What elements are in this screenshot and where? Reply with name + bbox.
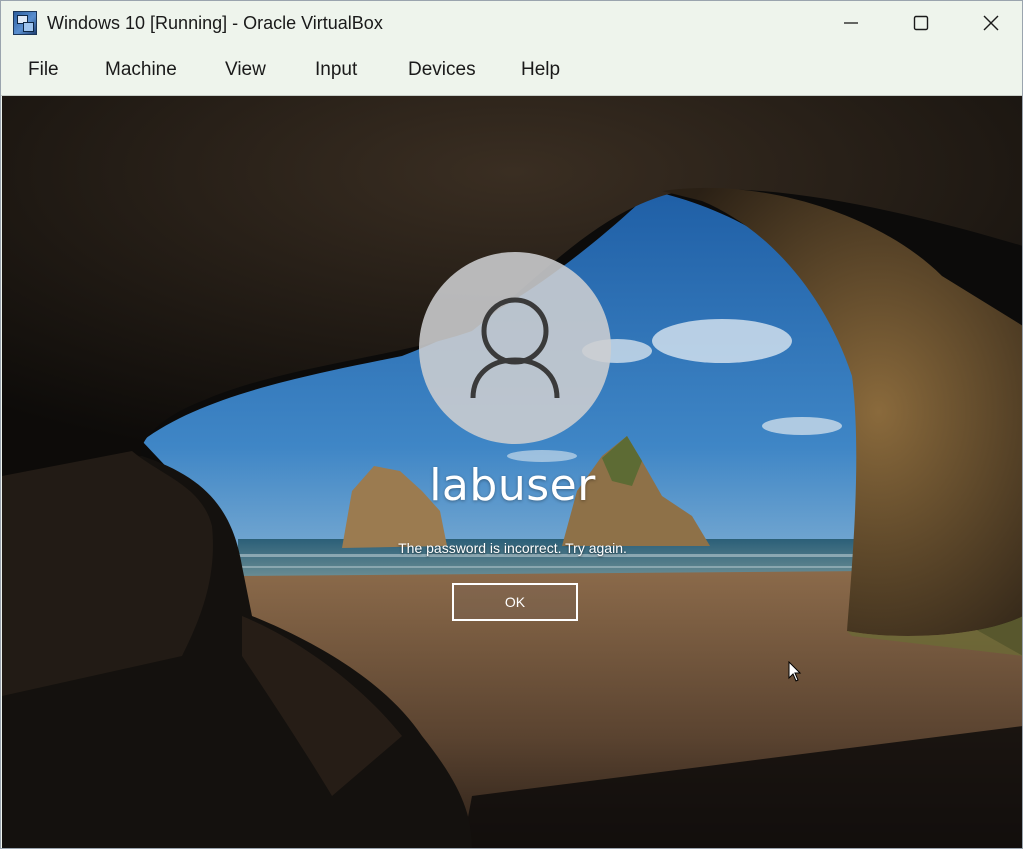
mouse-pointer-icon	[788, 661, 802, 682]
user-avatar	[419, 252, 611, 444]
menu-help[interactable]: Help	[519, 59, 562, 81]
menu-devices[interactable]: Devices	[406, 59, 478, 81]
minimize-icon	[844, 22, 858, 24]
menu-file[interactable]: File	[26, 59, 61, 81]
maximize-icon	[913, 15, 929, 31]
username-label: labuser	[429, 460, 596, 511]
vm-display[interactable]: labuser The password is incorrect. Try a…	[2, 96, 1022, 848]
menu-view[interactable]: View	[223, 59, 268, 81]
ok-button[interactable]: OK	[452, 583, 578, 621]
virtualbox-icon	[13, 11, 37, 35]
close-icon	[983, 15, 999, 31]
window-title: Windows 10 [Running] - Oracle VirtualBox	[47, 13, 383, 33]
title-bar[interactable]: Windows 10 [Running] - Oracle VirtualBox	[1, 1, 1022, 45]
user-icon	[470, 297, 560, 399]
maximize-button[interactable]	[891, 1, 951, 45]
close-button[interactable]	[961, 1, 1021, 45]
virtualbox-window: Windows 10 [Running] - Oracle VirtualBox…	[0, 0, 1023, 849]
menu-bar: File Machine View Input Devices Help	[1, 45, 1022, 96]
menu-machine[interactable]: Machine	[103, 59, 179, 81]
menu-input[interactable]: Input	[313, 59, 359, 81]
minimize-button[interactable]	[821, 1, 881, 45]
error-message: The password is incorrect. Try again.	[398, 540, 627, 556]
